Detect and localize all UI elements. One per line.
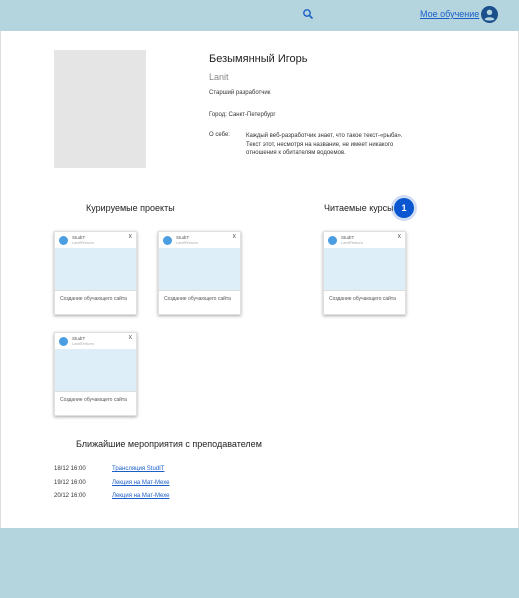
course-card[interactable]: StudIT LanitTerkom X Создание обучающего… <box>323 231 406 315</box>
my-learning-link[interactable]: Мое обучение <box>420 9 479 19</box>
card-logo-icon <box>163 236 172 245</box>
event-row: 18/12 16:00 Трансляция StudIT <box>54 466 164 472</box>
project-card[interactable]: StudIT LanitTerkom X Создание обучающего… <box>54 231 137 315</box>
card-subtitle: LanitTerkom <box>72 240 94 245</box>
card-image <box>55 248 136 290</box>
card-subtitle: LanitTerkom <box>176 240 198 245</box>
card-header: StudIT LanitTerkom X <box>159 232 240 248</box>
notification-badge[interactable]: 1 <box>394 198 414 218</box>
card-header: StudIT LanitTerkom X <box>55 333 136 349</box>
page-footer <box>0 528 519 598</box>
card-image <box>324 248 405 290</box>
avatar <box>54 50 146 168</box>
card-footer: Создание обучающего сайта <box>159 290 240 316</box>
project-card[interactable]: StudIT LanitTerkom X Создание обучающего… <box>158 231 241 315</box>
events-title: Ближайшие мероприятия с преподавателем <box>76 439 262 449</box>
account-circle-icon[interactable] <box>481 6 498 23</box>
event-link[interactable]: Лекция на Мат-Мехе <box>112 493 169 499</box>
profile-name: Безымянный Игорь <box>209 53 308 65</box>
profile-position: Старший разработчик <box>209 90 271 96</box>
event-date: 20/12 16:00 <box>54 493 86 499</box>
card-logo-icon <box>59 236 68 245</box>
close-icon[interactable]: X <box>129 335 132 341</box>
close-icon[interactable]: X <box>398 234 401 240</box>
close-icon[interactable]: X <box>233 234 236 240</box>
profile-city: Город: Санкт-Петербург <box>209 112 276 118</box>
card-subtitle: LanitTerkom <box>341 240 363 245</box>
event-link[interactable]: Трансляция StudIT <box>112 466 164 472</box>
event-link[interactable]: Лекция на Мат-Мехе <box>112 480 169 486</box>
supervised-projects-title: Курируемые проекты <box>86 203 175 213</box>
event-date: 19/12 16:00 <box>54 480 86 486</box>
close-icon[interactable]: X <box>129 234 132 240</box>
event-date: 18/12 16:00 <box>54 466 86 472</box>
search-icon[interactable] <box>302 8 314 20</box>
card-image <box>159 248 240 290</box>
card-image <box>55 349 136 391</box>
project-card[interactable]: StudIT LanitTerkom X Создание обучающего… <box>54 332 137 416</box>
profile-company: Lanit <box>209 72 229 82</box>
card-footer: Создание обучающего сайта <box>55 290 136 316</box>
card-subtitle: LanitTerkom <box>72 341 94 346</box>
card-header: StudIT LanitTerkom X <box>55 232 136 248</box>
event-row: 20/12 16:00 Лекция на Мат-Мехе <box>54 493 169 499</box>
top-header: Мое обучение <box>0 0 519 31</box>
about-label: О себе: <box>209 132 230 138</box>
card-footer: Создание обучающего сайта <box>324 290 405 316</box>
read-courses-title: Читаемые курсы <box>324 203 394 213</box>
card-header: StudIT LanitTerkom X <box>324 232 405 248</box>
card-logo-icon <box>59 337 68 346</box>
event-row: 19/12 16:00 Лекция на Мат-Мехе <box>54 480 169 486</box>
card-footer: Создание обучающего сайта <box>55 391 136 417</box>
about-text: Каждый веб-разработчик знает, что такое … <box>246 133 403 156</box>
card-logo-icon <box>328 236 337 245</box>
